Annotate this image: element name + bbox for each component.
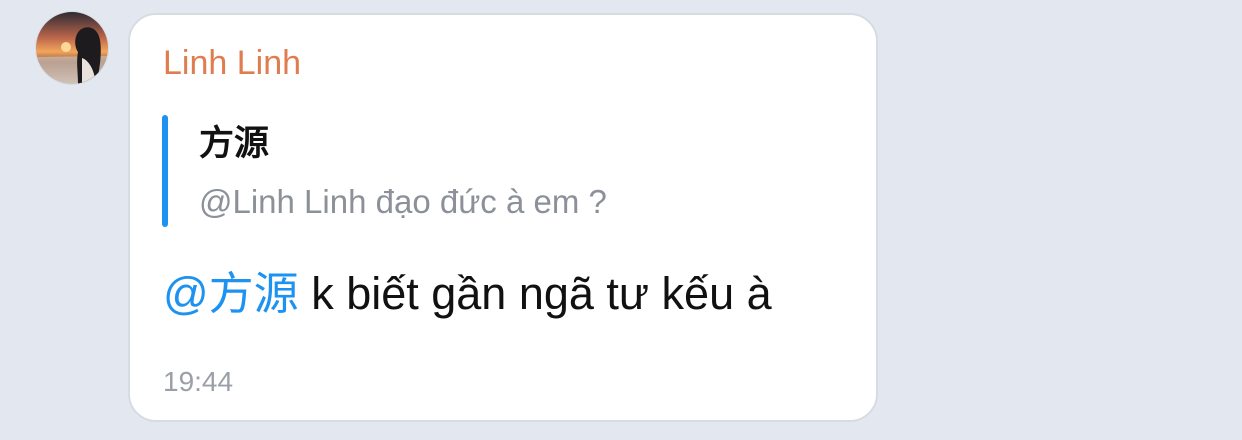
mention-link[interactable]: @方源 (163, 268, 299, 319)
sender-name[interactable]: Linh Linh (163, 43, 301, 83)
avatar-photo (36, 12, 108, 84)
message-time: 19:44 (163, 366, 234, 397)
reply-quote[interactable]: 方源 @Linh Linh đạo đức à em ? (162, 115, 722, 227)
message-text: @方源 k biết gần ngã tư kếu à (163, 267, 772, 321)
reply-author: 方源 (199, 124, 270, 163)
sender-avatar[interactable] (36, 12, 108, 84)
reply-text: @Linh Linh đạo đức à em ? (199, 183, 607, 220)
message-bubble[interactable]: Linh Linh 方源 @Linh Linh đạo đức à em ? @… (128, 13, 878, 422)
reply-accent-bar (162, 115, 168, 227)
message-body: k biết gần ngã tư kếu à (298, 268, 772, 319)
